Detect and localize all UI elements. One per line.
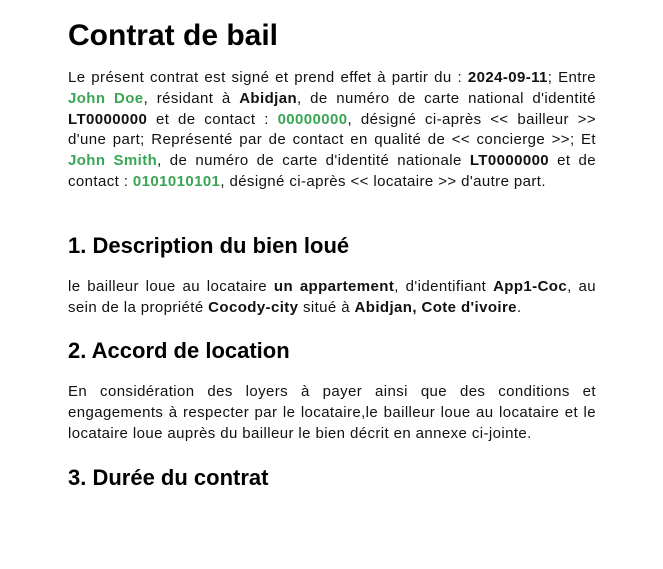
section-heading-agreement: 2. Accord de location [68,338,290,364]
description-text: , d'identifiant [394,277,494,295]
tenant-name: John Smith [68,152,158,170]
intro-text: , de numéro de carte national d'identité [297,89,596,107]
agreement-paragraph: En considération des loyers à payer ains… [68,383,596,442]
section-heading-duration: 3. Durée du contrat [68,464,269,490]
intro-text: ; Entre [547,69,596,86]
property-type: un appartement [273,277,395,295]
description-text: . [516,298,522,316]
intro-text: , résidant à [143,89,240,107]
description-text: situé à [298,298,355,316]
contract-page: Contrat de bail Le présent contrat est s… [0,0,663,569]
landlord-id-number: LT0000000 [68,110,148,128]
tenant-contact: 0101010101 [132,172,221,190]
intro-text: , désigné ci-après << locataire >> d'aut… [220,172,546,190]
intro-text: , de numéro de carte d'identité national… [157,152,470,170]
property-location: Abidjan, Cote d'ivoire [354,298,517,316]
description-text: le bailleur loue au locataire [68,277,274,295]
effective-date: 2024-09-11 [467,69,548,86]
description-paragraph: le bailleur loue au locataire un apparte… [68,277,596,319]
intro-text: Le présent contrat est signé et prend ef… [68,69,468,86]
property-id: App1-Coc [493,277,568,295]
tenant-id-number: LT0000000 [469,152,550,170]
intro-text: et de contact : [147,110,278,128]
intro-paragraph: Le présent contrat est signé et prend ef… [68,68,596,193]
section-heading-description: 1. Description du bien loué [68,232,350,258]
landlord-contact: 00000000 [277,110,348,128]
page-title: Contrat de bail [68,19,279,52]
landlord-name: John Doe [68,89,144,107]
landlord-city: Abidjan [239,89,298,107]
contract-content: Contrat de bail Le présent contrat est s… [68,16,596,492]
property-name: Cocody-city [208,298,299,316]
